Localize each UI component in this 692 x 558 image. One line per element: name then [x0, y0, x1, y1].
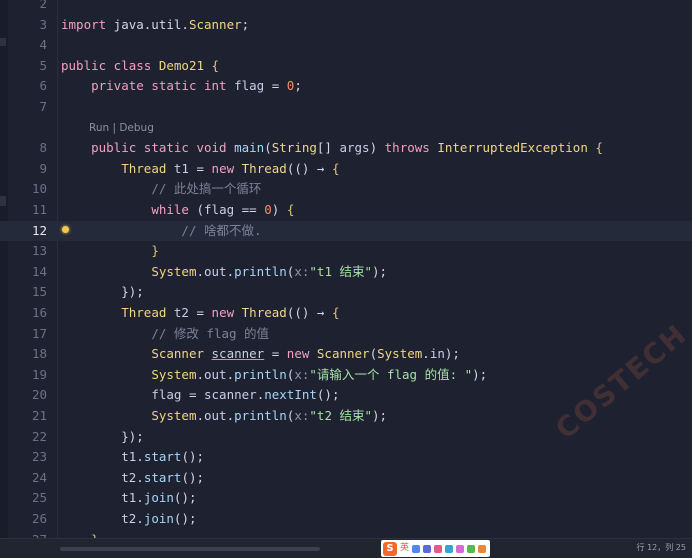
code-text[interactable]: t2.join(); — [61, 509, 196, 530]
line-number: 12 — [31, 222, 47, 238]
codelens-row[interactable]: Run | Debug — [0, 118, 692, 139]
line-number: 14 — [31, 263, 47, 279]
line-number: 5 — [39, 57, 47, 73]
code-line[interactable]: 18 Scanner scanner = new Scanner(System.… — [0, 344, 692, 365]
code-text[interactable]: // 修改 flag 的值 — [61, 324, 269, 345]
code-line[interactable]: 27 } — [0, 530, 692, 538]
code-text[interactable]: t1.start(); — [61, 447, 204, 468]
line-number: 19 — [31, 366, 47, 382]
cursor-position[interactable]: 行 12，列 25 — [637, 542, 686, 554]
code-line[interactable]: 10 // 此处搞一个循环 — [0, 179, 692, 200]
code-text[interactable]: } — [61, 530, 99, 538]
keyboard-icon[interactable] — [445, 544, 454, 553]
line-number: 2 — [39, 0, 47, 11]
code-line[interactable]: 24 t2.start(); — [0, 468, 692, 489]
line-number: 13 — [31, 243, 47, 259]
code-text[interactable]: Scanner scanner = new Scanner(System.in)… — [61, 344, 460, 365]
line-number: 20 — [31, 387, 47, 403]
toolbox-icon[interactable] — [467, 544, 476, 553]
line-number: 21 — [31, 408, 47, 423]
lightbulb-icon[interactable] — [62, 225, 69, 233]
punctuation-icon[interactable] — [412, 544, 421, 553]
code-text[interactable]: import java.util.Scanner; — [61, 15, 249, 36]
line-number: 8 — [39, 140, 47, 156]
code-text[interactable]: flag = scanner.nextInt(); — [61, 385, 339, 406]
horizontal-scrollbar[interactable] — [60, 547, 320, 551]
line-number: 23 — [31, 449, 47, 465]
code-text[interactable]: private static int flag = 0; — [61, 76, 302, 97]
line-number: 25 — [31, 490, 47, 506]
code-line[interactable]: 3 import java.util.Scanner; — [0, 15, 692, 36]
code-text[interactable]: Thread t1 = new Thread(() → { — [61, 159, 339, 180]
code-text[interactable]: }); — [61, 282, 144, 303]
code-line[interactable]: 15 }); — [0, 282, 692, 303]
code-line[interactable]: 9 Thread t1 = new Thread(() → { — [0, 159, 692, 180]
line-number: 4 — [39, 37, 47, 53]
ime-language-label[interactable]: 英 — [400, 540, 409, 557]
code-line[interactable]: 12 // 啥都不做. — [0, 220, 692, 242]
code-text[interactable]: System.out.println(x:"请输入一个 flag 的值: "); — [61, 365, 487, 386]
line-number: 3 — [39, 16, 47, 32]
emoji-icon[interactable] — [434, 544, 443, 553]
code-line[interactable]: 5 public class Demo21 { — [0, 56, 692, 77]
line-number: 9 — [39, 160, 47, 176]
line-number: 10 — [31, 181, 47, 197]
code-line[interactable]: 26 t2.join(); — [0, 509, 692, 530]
code-text[interactable]: // 啥都不做. — [61, 221, 261, 242]
code-line[interactable]: 13 } — [0, 241, 692, 262]
sogou-logo-icon[interactable]: S — [383, 541, 397, 556]
line-number: 22 — [31, 428, 47, 444]
code-line[interactable]: 23 t1.start(); — [0, 447, 692, 468]
code-line[interactable]: 16 Thread t2 = new Thread(() → { — [0, 303, 692, 324]
code-line[interactable]: 4 — [0, 35, 692, 56]
code-text[interactable]: System.out.println(x:"t1 结束"); — [61, 262, 387, 283]
status-bar: S 英 行 12，列 25 — [0, 538, 692, 558]
code-line[interactable]: 14 System.out.println(x:"t1 结束"); — [0, 262, 692, 283]
code-line[interactable]: 8 public static void main(String[] args)… — [0, 138, 692, 159]
code-text[interactable]: t2.start(); — [61, 468, 204, 489]
code-text[interactable]: System.out.println(x:"t2 结束"); — [61, 406, 387, 427]
code-line[interactable]: 7 — [0, 97, 692, 118]
code-text[interactable]: while (flag == 0) { — [61, 200, 294, 221]
line-number: 15 — [31, 284, 47, 300]
ime-toolbar[interactable]: S 英 — [381, 540, 490, 557]
settings-icon[interactable] — [478, 544, 487, 553]
run-debug-codelens[interactable]: Run | Debug — [89, 118, 154, 139]
code-line[interactable]: 6 private static int flag = 0; — [0, 76, 692, 97]
line-number: 27 — [0, 530, 47, 538]
code-line[interactable]: 25 t1.join(); — [0, 488, 692, 509]
code-text[interactable]: // 此处搞一个循环 — [61, 179, 261, 200]
code-text[interactable]: }); — [61, 427, 144, 448]
code-text[interactable]: public class Demo21 { — [61, 56, 219, 77]
code-line[interactable]: 17 // 修改 flag 的值 — [0, 324, 692, 345]
code-line[interactable]: 11 while (flag == 0) { — [0, 200, 692, 221]
code-line[interactable]: 19 System.out.println(x:"请输入一个 flag 的值: … — [0, 365, 692, 386]
line-number: 17 — [31, 325, 47, 341]
code-line[interactable]: 2 — [0, 0, 692, 15]
line-number: 16 — [31, 305, 47, 320]
line-number: 26 — [31, 511, 47, 526]
line-number: 6 — [39, 78, 47, 94]
line-number: 7 — [39, 99, 47, 114]
line-number: 18 — [31, 346, 47, 362]
code-text[interactable]: t1.join(); — [61, 488, 196, 509]
line-number: 11 — [31, 202, 47, 217]
code-text[interactable]: public static void main(String[] args) t… — [61, 138, 603, 159]
microphone-icon[interactable] — [423, 544, 432, 553]
code-text[interactable]: } — [61, 241, 159, 262]
skin-icon[interactable] — [456, 544, 465, 553]
line-number: 24 — [31, 469, 47, 485]
code-text[interactable]: Thread t2 = new Thread(() → { — [61, 303, 339, 324]
code-editor[interactable]: 2 3 import java.util.Scanner; 4 5 public clas… — [0, 0, 692, 538]
